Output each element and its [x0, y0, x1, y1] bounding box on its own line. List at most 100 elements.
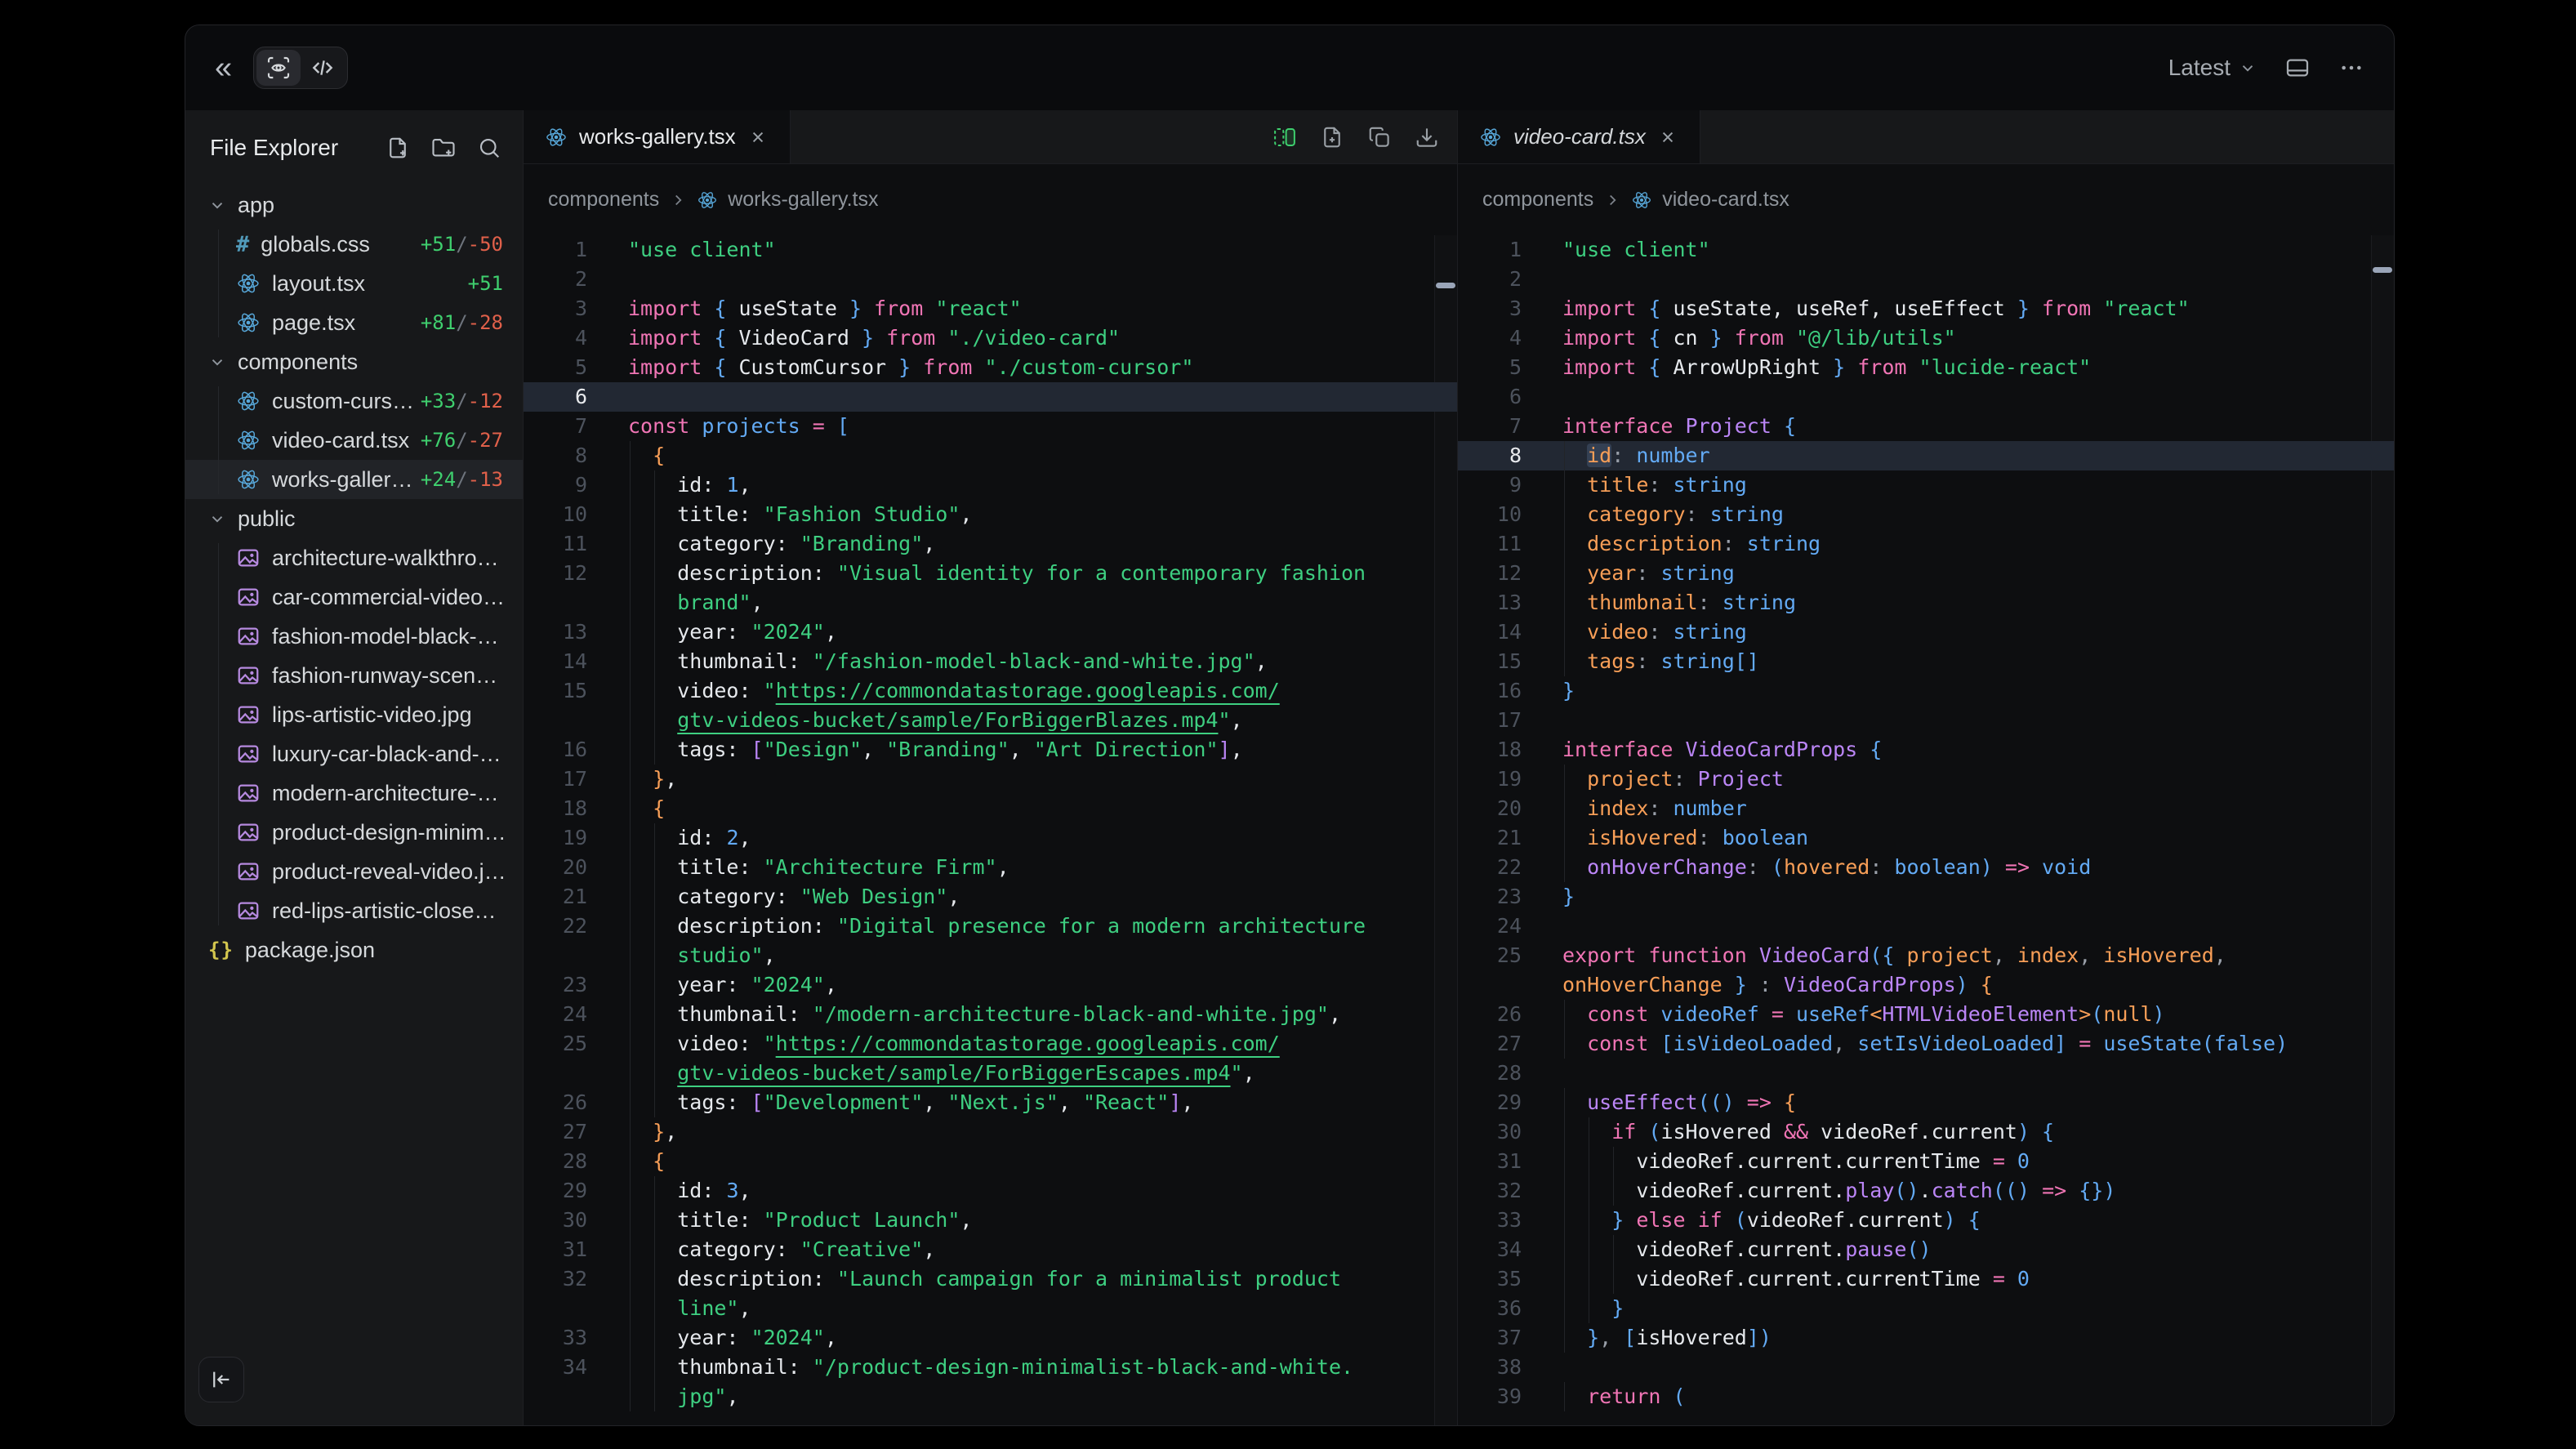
code-line[interactable]: 28 {: [524, 1147, 1457, 1176]
tree-file-modern-architecture[interactable]: modern-architecture-…: [185, 774, 523, 813]
code-line[interactable]: 29 id: 3,: [524, 1176, 1457, 1206]
code-line[interactable]: 24 thumbnail: "/modern-architecture-blac…: [524, 1000, 1457, 1029]
tree-folder-app[interactable]: app: [185, 185, 523, 225]
tree-file-product-reveal-video-j[interactable]: product-reveal-video.j…: [185, 852, 523, 891]
breadcrumb-folder[interactable]: components: [548, 188, 659, 212]
code-line[interactable]: 6: [1458, 382, 2394, 412]
tree-file-video-card-tsx[interactable]: video-card.tsx+76/-27: [185, 421, 523, 460]
code-line[interactable]: 7const projects = [: [524, 412, 1457, 441]
tree-file-page-tsx[interactable]: page.tsx+81/-28: [185, 303, 523, 342]
code-line[interactable]: 19 id: 2,: [524, 823, 1457, 853]
code-line[interactable]: 23}: [1458, 882, 2394, 912]
code-line[interactable]: 20 title: "Architecture Firm",: [524, 853, 1457, 882]
tree-file-architecture-walkthro[interactable]: architecture-walkthro…: [185, 538, 523, 577]
code-line[interactable]: 33 } else if (videoRef.current) {: [1458, 1206, 2394, 1235]
code-line[interactable]: 10 category: string: [1458, 500, 2394, 529]
preview-toggle-button[interactable]: [256, 50, 301, 86]
panel-layout-button[interactable]: [2284, 55, 2311, 81]
code-line[interactable]: 9 id: 1,: [524, 470, 1457, 500]
code-line[interactable]: line",: [524, 1294, 1457, 1323]
code-line[interactable]: 36 }: [1458, 1294, 2394, 1323]
tree-folder-components[interactable]: components: [185, 342, 523, 381]
code-line[interactable]: 1"use client": [524, 235, 1457, 265]
code-line[interactable]: 14 thumbnail: "/fashion-model-black-and-…: [524, 647, 1457, 676]
code-line[interactable]: 26 tags: ["Development", "Next.js", "Rea…: [524, 1088, 1457, 1117]
diff-view-button[interactable]: [1272, 125, 1297, 149]
breadcrumb-file[interactable]: video-card.tsx: [1662, 188, 1789, 212]
code-line[interactable]: studio",: [524, 941, 1457, 970]
code-line[interactable]: gtv-videos-bucket/sample/ForBiggerBlazes…: [524, 706, 1457, 735]
tree-file-layout-tsx[interactable]: layout.tsx+51: [185, 264, 523, 303]
collapse-sidebar-button[interactable]: [198, 1357, 244, 1402]
code-line[interactable]: 27 },: [524, 1117, 1457, 1147]
code-line[interactable]: 21 category: "Web Design",: [524, 882, 1457, 912]
code-line[interactable]: 12 description: "Visual identity for a c…: [524, 559, 1457, 588]
code-line[interactable]: 39 return (: [1458, 1382, 2394, 1411]
tab-works-gallery[interactable]: works-gallery.tsx: [524, 110, 791, 163]
code-line[interactable]: 13 year: "2024",: [524, 617, 1457, 647]
close-tab-icon[interactable]: [1657, 127, 1678, 148]
code-line[interactable]: 15 video: "https://commondatastorage.goo…: [524, 676, 1457, 706]
code-line[interactable]: 4import { cn } from "@/lib/utils": [1458, 323, 2394, 353]
code-line[interactable]: 37 }, [isHovered]): [1458, 1323, 2394, 1353]
code-toggle-button[interactable]: [301, 50, 345, 86]
code-line[interactable]: 34 thumbnail: "/product-design-minimalis…: [524, 1353, 1457, 1382]
code-line[interactable]: 15 tags: string[]: [1458, 647, 2394, 676]
close-tab-icon[interactable]: [747, 127, 769, 148]
code-line[interactable]: 31 videoRef.current.currentTime = 0: [1458, 1147, 2394, 1176]
code-line[interactable]: 16}: [1458, 676, 2394, 706]
code-line[interactable]: 30 if (isHovered && videoRef.current) {: [1458, 1117, 2394, 1147]
tree-file-globals-css[interactable]: #globals.css+51/-50: [185, 225, 523, 264]
code-line[interactable]: 22 onHoverChange: (hovered: boolean) => …: [1458, 853, 2394, 882]
code-line[interactable]: 17: [1458, 706, 2394, 735]
tree-file-lips-artistic-video-jpg[interactable]: lips-artistic-video.jpg: [185, 695, 523, 734]
tree-folder-public[interactable]: public: [185, 499, 523, 538]
tree-file-works-galler[interactable]: works-galler…+24/-13: [185, 460, 523, 499]
code-line[interactable]: 16 tags: ["Design", "Branding", "Art Dir…: [524, 735, 1457, 765]
code-line[interactable]: 23 year: "2024",: [524, 970, 1457, 1000]
code-line[interactable]: 7interface Project {: [1458, 412, 2394, 441]
code-line[interactable]: 17 },: [524, 765, 1457, 794]
code-line[interactable]: 4import { VideoCard } from "./video-card…: [524, 323, 1457, 353]
new-file-button[interactable]: [386, 136, 410, 160]
code-line[interactable]: jpg",: [524, 1382, 1457, 1411]
code-line[interactable]: 3import { useState } from "react": [524, 294, 1457, 323]
code-line[interactable]: 14 video: string: [1458, 617, 2394, 647]
code-line[interactable]: 30 title: "Product Launch",: [524, 1206, 1457, 1235]
breadcrumb-file[interactable]: works-gallery.tsx: [728, 188, 878, 212]
code-line[interactable]: 32 description: "Launch campaign for a m…: [524, 1264, 1457, 1294]
code-line[interactable]: gtv-videos-bucket/sample/ForBiggerEscape…: [524, 1059, 1457, 1088]
code-line[interactable]: 18interface VideoCardProps {: [1458, 735, 2394, 765]
code-line[interactable]: brand",: [524, 588, 1457, 617]
add-file-button[interactable]: [1320, 125, 1344, 149]
code-line[interactable]: 31 category: "Creative",: [524, 1235, 1457, 1264]
code-line[interactable]: onHoverChange } : VideoCardProps) {: [1458, 970, 2394, 1000]
code-line[interactable]: 11 description: string: [1458, 529, 2394, 559]
tree-file-luxury-car-black-and[interactable]: luxury-car-black-and-…: [185, 734, 523, 774]
code-line[interactable]: 2: [1458, 265, 2394, 294]
code-line[interactable]: 20 index: number: [1458, 794, 2394, 823]
code-line[interactable]: 8 {: [524, 441, 1457, 470]
tab-video-card[interactable]: video-card.tsx: [1458, 110, 1700, 163]
code-line[interactable]: 33 year: "2024",: [524, 1323, 1457, 1353]
code-line[interactable]: 3import { useState, useRef, useEffect } …: [1458, 294, 2394, 323]
code-line[interactable]: 19 project: Project: [1458, 765, 2394, 794]
code-line[interactable]: 38: [1458, 1353, 2394, 1382]
code-line[interactable]: 12 year: string: [1458, 559, 2394, 588]
version-selector[interactable]: Latest: [2168, 55, 2257, 81]
download-button[interactable]: [1415, 125, 1439, 149]
code-line[interactable]: 22 description: "Digital presence for a …: [524, 912, 1457, 941]
code-line[interactable]: 35 videoRef.current.currentTime = 0: [1458, 1264, 2394, 1294]
code-line[interactable]: 8 id: number: [1458, 441, 2394, 470]
code-line[interactable]: 2: [524, 265, 1457, 294]
code-line[interactable]: 27 const [isVideoLoaded, setIsVideoLoade…: [1458, 1029, 2394, 1059]
code-line[interactable]: 6: [524, 382, 1457, 412]
tree-file-red-lips-artistic-close[interactable]: red-lips-artistic-close…: [185, 891, 523, 930]
tree-file-package-json[interactable]: {}package.json: [185, 930, 523, 970]
tree-file-fashion-model-black[interactable]: fashion-model-black-…: [185, 617, 523, 656]
tree-file-custom-curs[interactable]: custom-curs…+33/-12: [185, 381, 523, 421]
code-line[interactable]: 25export function VideoCard({ project, i…: [1458, 941, 2394, 970]
code-line[interactable]: 13 thumbnail: string: [1458, 588, 2394, 617]
breadcrumb-folder[interactable]: components: [1482, 188, 1593, 212]
code-line[interactable]: 1"use client": [1458, 235, 2394, 265]
